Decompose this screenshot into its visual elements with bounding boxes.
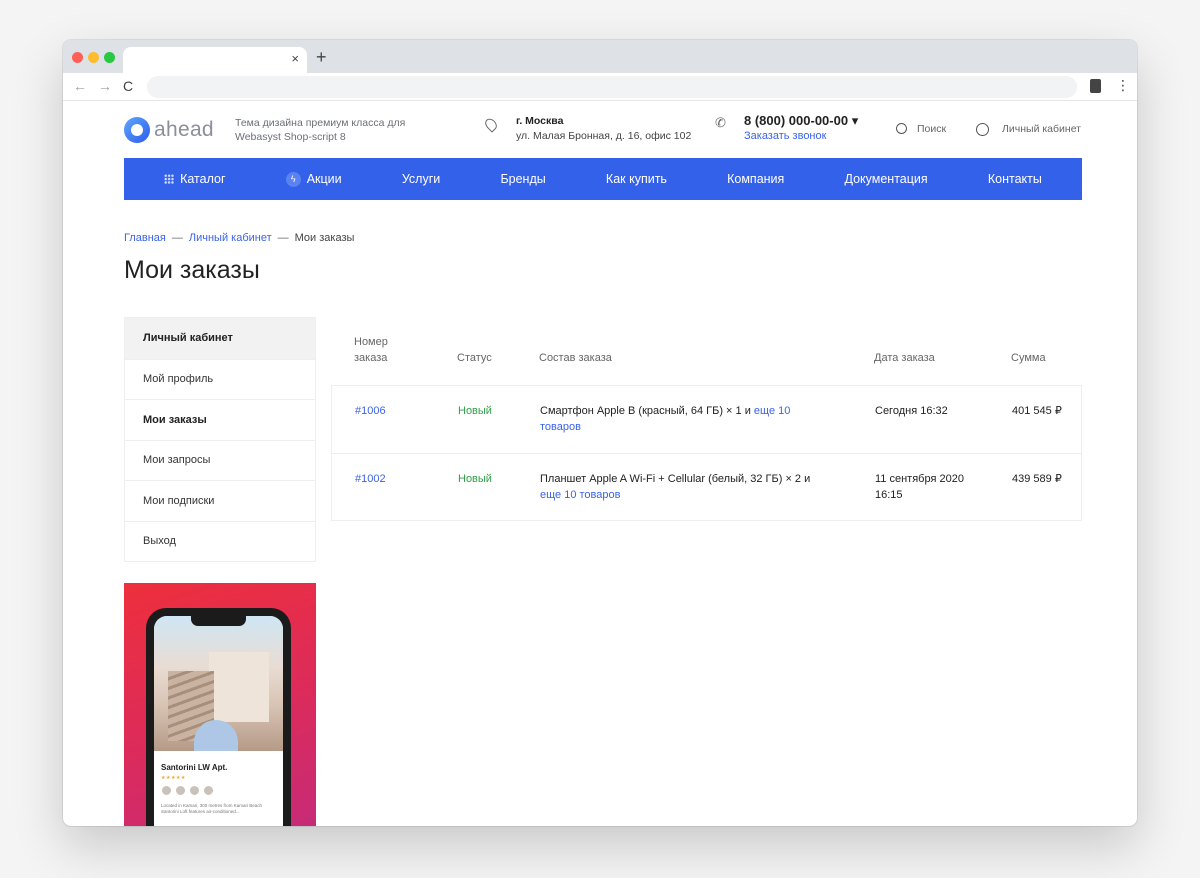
nav-item-contacts[interactable]: Контакты <box>988 172 1042 186</box>
nav-item-catalog[interactable]: Каталог <box>164 172 226 186</box>
nav-item-brands[interactable]: Бренды <box>500 172 545 186</box>
order-items-text: Планшет Apple A Wi-Fi + Cellular (белый,… <box>540 473 811 485</box>
tab-bar: × + <box>63 40 1137 73</box>
column-header-number: Номер заказа <box>354 336 388 364</box>
browser-menu-icon[interactable]: ⋮ <box>1116 77 1130 93</box>
close-window-button[interactable] <box>72 52 83 63</box>
rating-stars: ★★★★★ <box>161 775 186 781</box>
nav-item-label: Каталог <box>180 172 226 186</box>
minimize-window-button[interactable] <box>88 52 99 63</box>
nav-item-company[interactable]: Компания <box>727 172 784 186</box>
search-icon[interactable] <box>896 123 907 134</box>
nav-item-label: Акции <box>306 172 342 186</box>
store-address: ул. Малая Бронная, д. 16, офис 102 <box>516 130 692 142</box>
order-items-text: Смартфон Apple B (красный, 64 ГБ) × 1 и <box>540 405 751 417</box>
site-header: ahead Тема дизайна премиум класса для We… <box>124 101 1082 157</box>
order-date: Сегодня 16:32 <box>875 405 948 417</box>
breadcrumb-separator: — <box>171 232 183 244</box>
user-icon[interactable] <box>976 123 989 136</box>
phone-mockup: Santorini LW Apt. ★★★★★ Located in Kamar… <box>146 608 291 826</box>
breadcrumb-account[interactable]: Личный кабинет <box>189 232 272 244</box>
orders-table: Номер заказа Статус Состав заказа Дата з… <box>331 317 1082 521</box>
order-items: Планшет Apple A Wi-Fi + Cellular (белый,… <box>540 471 830 503</box>
breadcrumb-current: Мои заказы <box>294 232 355 244</box>
main-navigation: Каталог ϟ Акции Услуги Бренды Как купить… <box>124 158 1082 200</box>
phone-screen: Santorini LW Apt. ★★★★★ Located in Kamar… <box>154 616 283 826</box>
location-pin-icon <box>482 116 500 133</box>
account-link[interactable]: Личный кабинет <box>1002 123 1081 135</box>
sidebar-item-orders[interactable]: Мои заказы <box>125 399 315 440</box>
avatar <box>175 785 186 796</box>
breadcrumb-separator: — <box>277 232 289 244</box>
avatar <box>161 785 172 796</box>
column-header-status: Статус <box>457 352 492 364</box>
tab-close-icon[interactable]: × <box>291 52 299 66</box>
lightning-icon: ϟ <box>285 171 301 187</box>
order-number-link[interactable]: #1002 <box>355 471 386 487</box>
sidebar-item-requests[interactable]: Мои запросы <box>125 439 315 481</box>
city-name[interactable]: г. Москва <box>516 115 563 127</box>
phone-icon: ✆ <box>715 115 726 130</box>
grid-icon <box>164 174 175 184</box>
browser-tab[interactable]: × <box>123 47 307 73</box>
order-number-link[interactable]: #1006 <box>355 403 386 419</box>
browser-toolbar: ← → C ⋮ <box>63 73 1137 101</box>
site-tagline: Тема дизайна премиум класса для Webasyst… <box>235 117 406 143</box>
column-header-sum: Сумма <box>1011 352 1046 364</box>
avatar <box>189 785 200 796</box>
sidebar-item-account[interactable]: Личный кабинет <box>125 318 315 359</box>
column-header-items: Состав заказа <box>539 352 612 364</box>
clipboard-icon[interactable] <box>1090 79 1101 93</box>
phone-number-text: 8 (800) 000-00-00 <box>744 113 849 128</box>
sidebar-item-logout[interactable]: Выход <box>125 520 315 562</box>
orders-table-header: Номер заказа Статус Состав заказа Дата з… <box>331 317 1082 385</box>
order-date: 11 сентября 2020 16:15 <box>875 473 964 501</box>
more-items-link[interactable]: еще 10 товаров <box>540 489 620 501</box>
forward-icon[interactable]: → <box>98 78 112 94</box>
promo-banner[interactable]: Santorini LW Apt. ★★★★★ Located in Kamar… <box>124 583 316 826</box>
table-row[interactable]: #1002 Новый Планшет Apple A Wi-Fi + Cell… <box>331 453 1082 521</box>
table-row[interactable]: #1006 Новый Смартфон Apple B (красный, 6… <box>331 385 1082 453</box>
avatar <box>203 785 214 796</box>
order-items: Смартфон Apple B (красный, 64 ГБ) × 1 и … <box>540 403 830 435</box>
app-listing-title: Santorini LW Apt. <box>161 763 228 772</box>
reload-icon[interactable]: C <box>123 78 133 94</box>
hotel-photo <box>154 616 283 751</box>
app-listing-description: Located in Kamari, 300 metres from Kamar… <box>161 803 263 814</box>
request-callback-link[interactable]: Заказать звонок <box>744 130 826 142</box>
sidebar-item-subscriptions[interactable]: Мои подписки <box>125 480 315 521</box>
sidebar-item-profile[interactable]: Мой профиль <box>125 358 315 400</box>
address-bar[interactable] <box>147 76 1077 98</box>
logo-mark-icon <box>124 117 150 143</box>
order-sum: 439 589 ₽ <box>1012 473 1062 485</box>
account-sidebar: Личный кабинет Мой профиль Мои заказы Мо… <box>124 317 316 562</box>
phone-notch <box>191 616 246 626</box>
new-tab-icon[interactable]: + <box>316 48 327 66</box>
phone-number[interactable]: 8 (800) 000-00-00 ▾ <box>744 113 858 129</box>
column-header-date: Дата заказа <box>874 352 935 364</box>
search-link[interactable]: Поиск <box>917 123 946 135</box>
order-sum: 401 545 ₽ <box>1012 405 1062 417</box>
order-status: Новый <box>458 473 492 485</box>
nav-item-documentation[interactable]: Документация <box>844 172 927 186</box>
page-title: Мои заказы <box>124 256 260 284</box>
breadcrumb: Главная — Личный кабинет — Мои заказы <box>124 232 354 244</box>
chevron-down-icon[interactable]: ▾ <box>852 113 859 128</box>
browser-window: × + ← → C ⋮ ahead Тема дизайна премиум к… <box>63 40 1137 826</box>
order-status: Новый <box>458 405 492 417</box>
breadcrumb-home[interactable]: Главная <box>124 232 166 244</box>
nav-item-promotions[interactable]: ϟ Акции <box>285 171 342 187</box>
maximize-window-button[interactable] <box>104 52 115 63</box>
nav-item-how-to-buy[interactable]: Как купить <box>606 172 667 186</box>
guest-avatars <box>161 785 214 796</box>
site-logo[interactable]: ahead <box>124 115 214 145</box>
nav-item-services[interactable]: Услуги <box>402 172 440 186</box>
page-content: ahead Тема дизайна премиум класса для We… <box>63 101 1137 826</box>
back-icon[interactable]: ← <box>73 78 87 94</box>
logo-text: ahead <box>154 118 214 141</box>
